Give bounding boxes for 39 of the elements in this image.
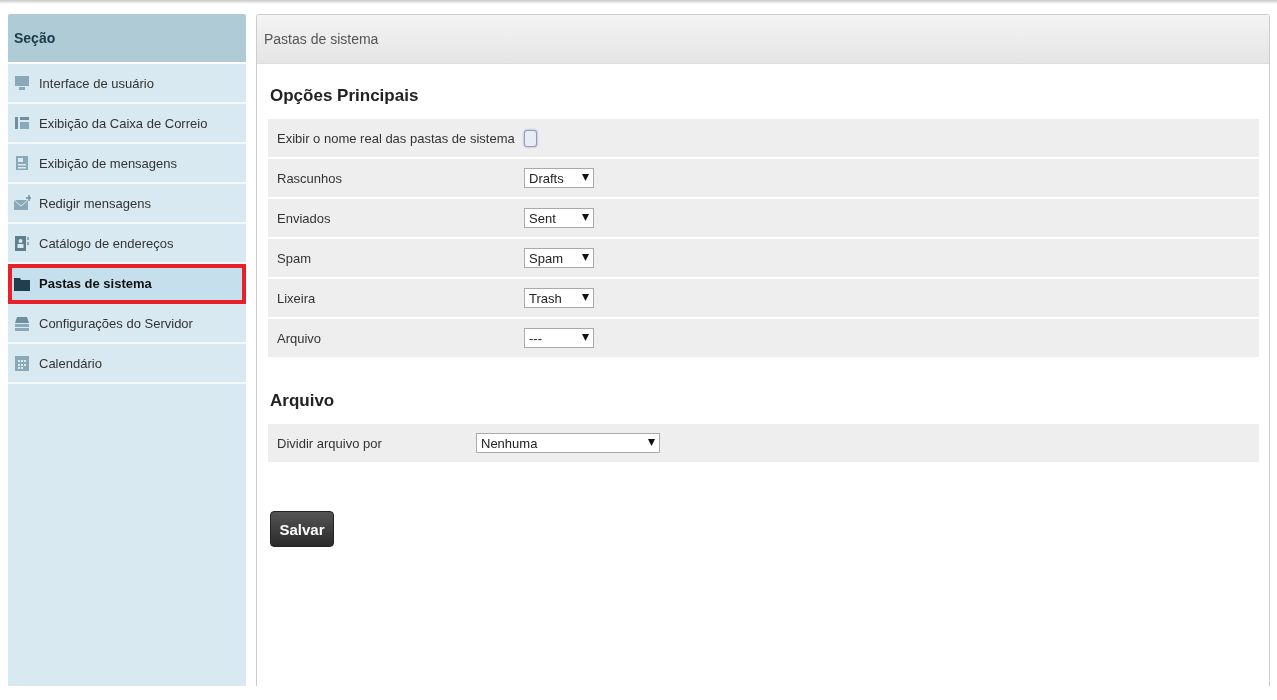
contact-card-icon (14, 234, 31, 252)
sidebar-item[interactable]: Exibição de mensagens (8, 144, 246, 184)
caret-icon (582, 212, 589, 222)
section-title: Opções Principais (270, 86, 420, 106)
layout-icon (14, 114, 31, 132)
dropdown[interactable]: Spam (524, 248, 594, 268)
sidebar-item[interactable]: Redigir mensagens (8, 184, 246, 224)
caret-icon (582, 292, 589, 302)
sidebar-item[interactable]: Exibição da Caixa de Correio (8, 104, 246, 144)
caret-icon (582, 252, 589, 262)
caret-icon (648, 437, 655, 447)
field-label: Exibir o nome real das pastas de sistema (277, 130, 516, 146)
field-label: Dividir arquivo por (277, 435, 383, 451)
panel-header: Pastas de sistema (257, 15, 1269, 64)
envelope-plus-icon (14, 194, 31, 212)
dropdown[interactable]: Drafts (524, 168, 594, 188)
calendar-icon (14, 354, 31, 372)
field-label: Spam (277, 250, 312, 266)
caret-icon (582, 332, 589, 342)
field-label: Lixeira (277, 290, 317, 306)
document-icon (14, 154, 31, 172)
dropdown[interactable]: Nenhuma (476, 433, 660, 453)
dropdown[interactable]: --- (524, 328, 594, 348)
sidebar-header: Seção (8, 14, 246, 64)
section-title: Arquivo (270, 391, 336, 411)
field-label: Arquivo (277, 330, 323, 346)
monitor-icon (14, 74, 31, 92)
dropdown[interactable]: Sent (524, 208, 594, 228)
server-icon (14, 314, 31, 332)
sidebar-item[interactable]: Calendário (8, 344, 246, 384)
checkbox[interactable] (524, 129, 537, 147)
field-label: Rascunhos (277, 170, 344, 186)
field-label: Enviados (277, 210, 332, 226)
sidebar-item[interactable]: Configurações do Servidor (8, 304, 246, 344)
sidebar-item[interactable]: Pastas de sistema (8, 264, 246, 304)
caret-icon (582, 172, 589, 182)
dropdown[interactable]: Trash (524, 288, 594, 308)
save-button[interactable]: Salvar (270, 511, 334, 547)
sidebar-item[interactable]: Interface de usuário (8, 64, 246, 104)
